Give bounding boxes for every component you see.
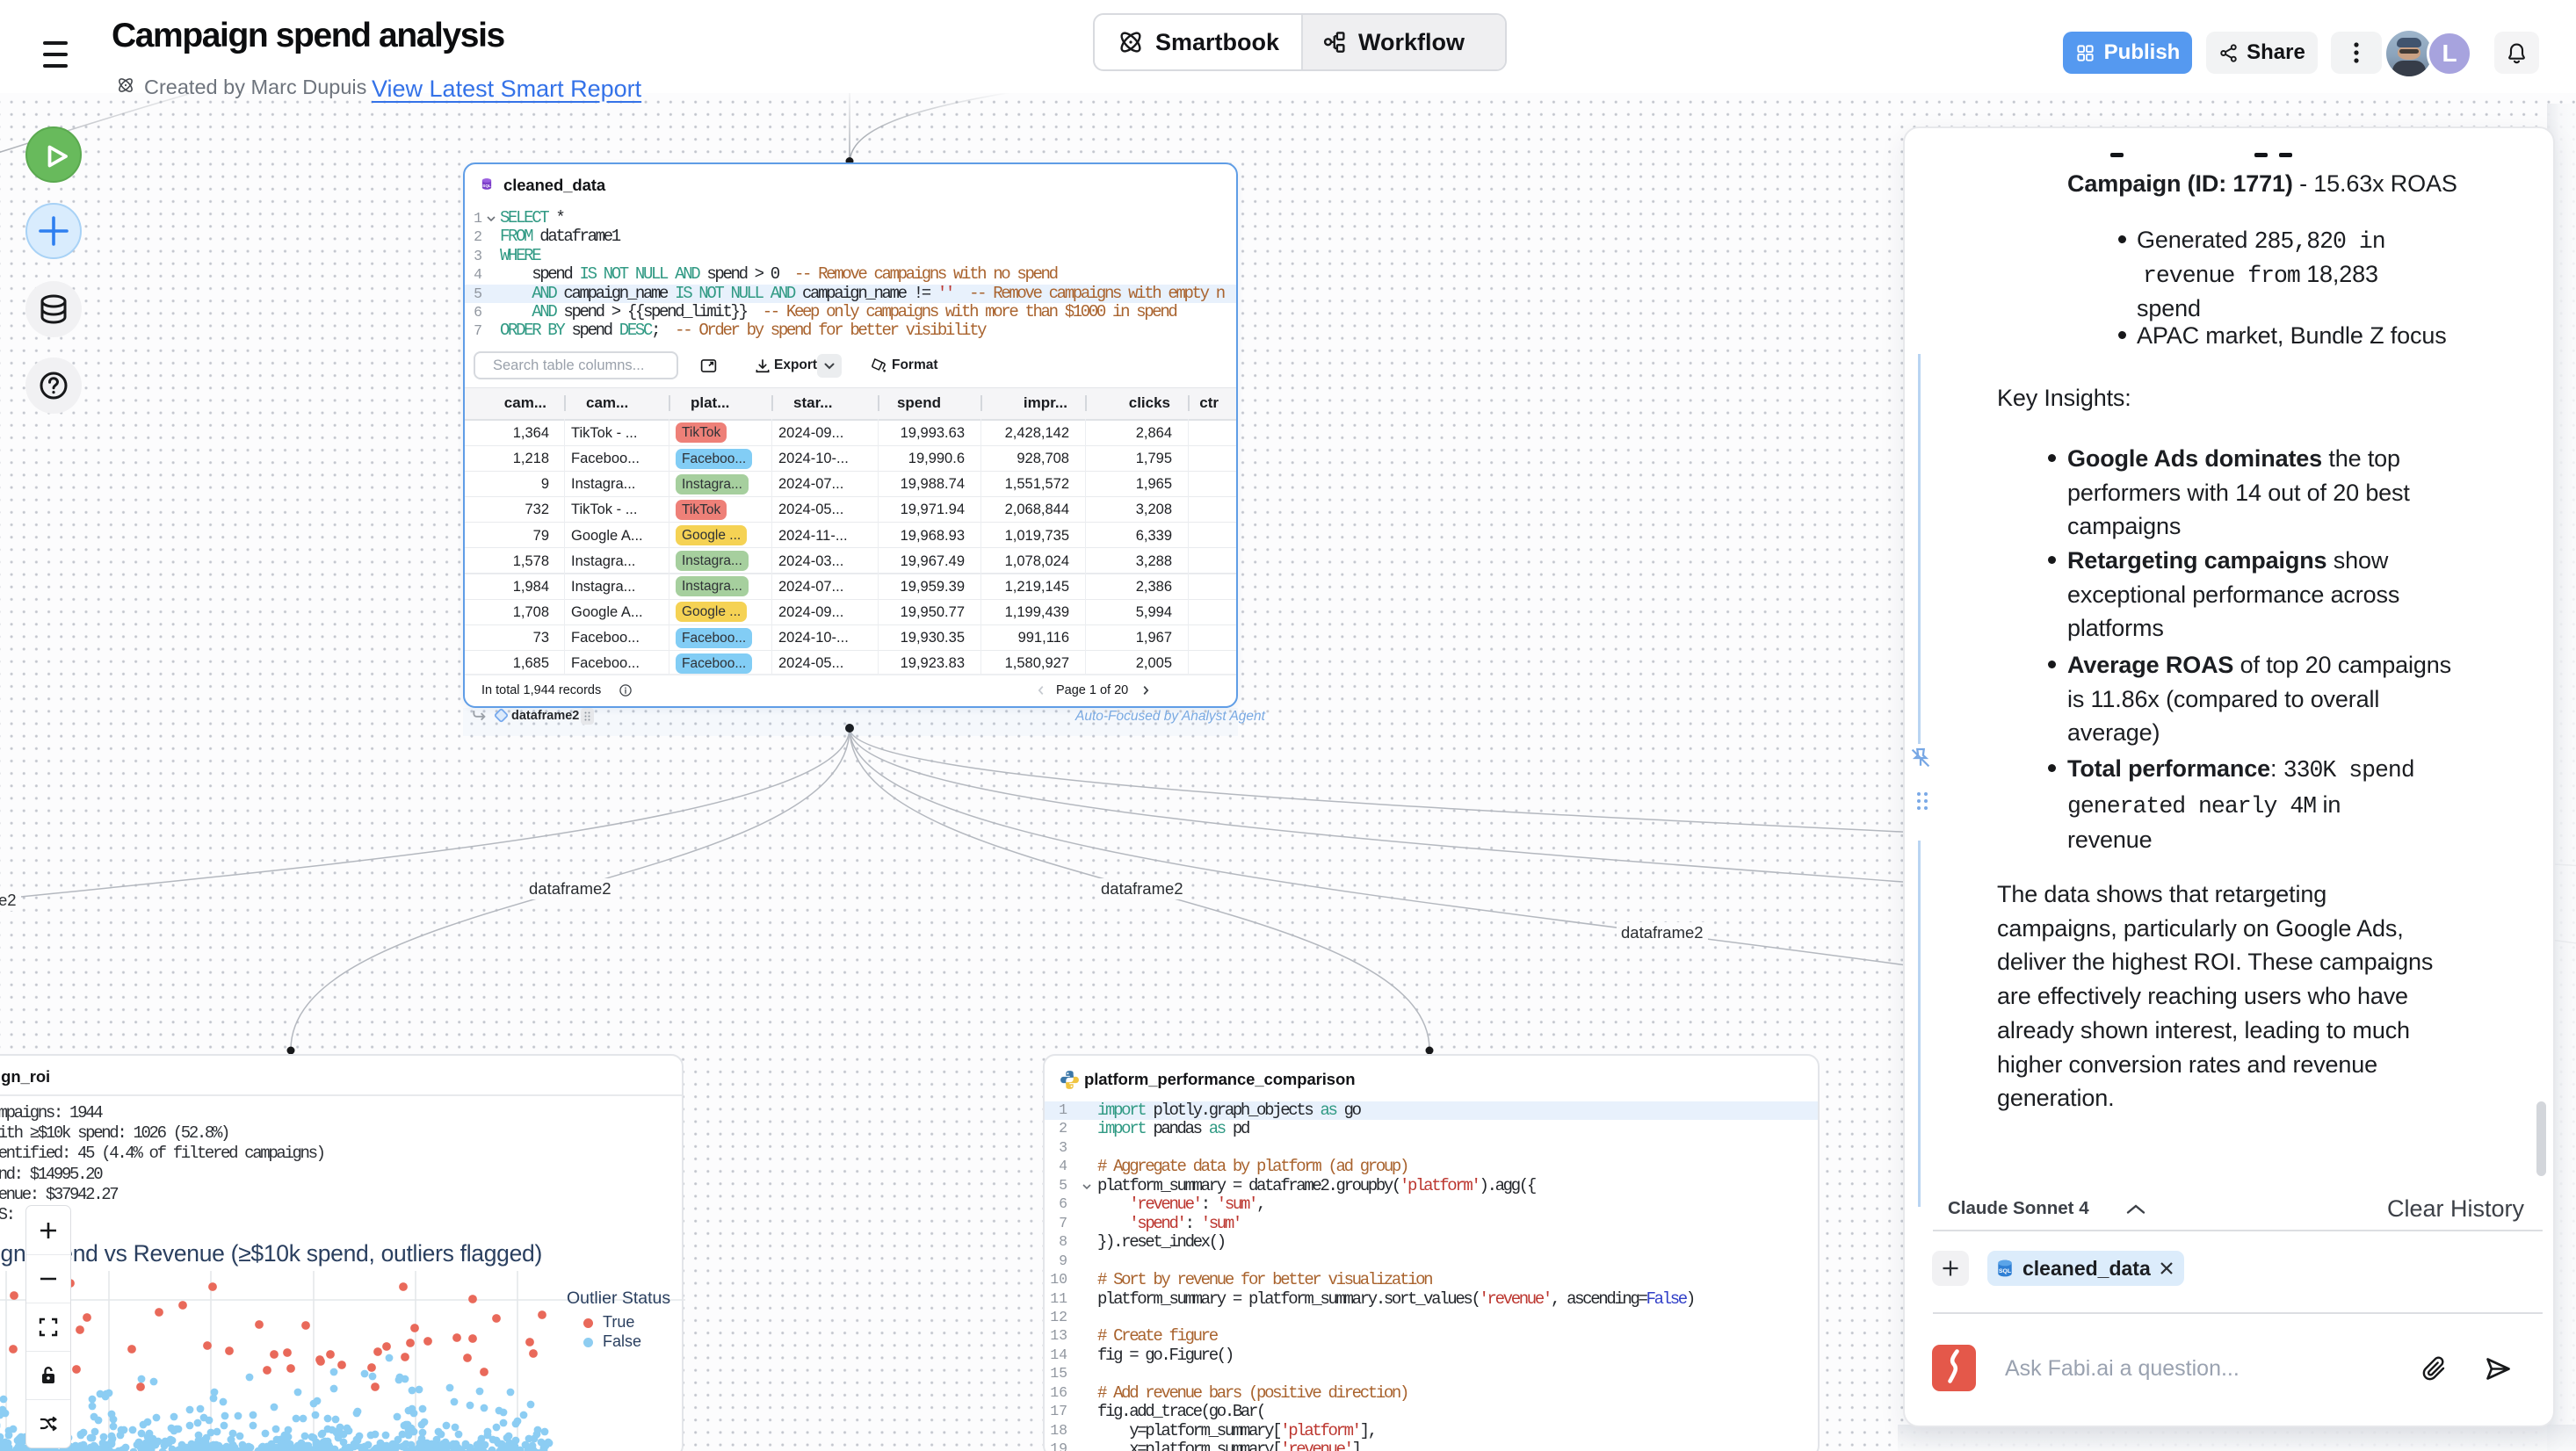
svg-text:SQL: SQL xyxy=(1999,1268,2011,1274)
svg-text:SQL: SQL xyxy=(482,184,491,188)
